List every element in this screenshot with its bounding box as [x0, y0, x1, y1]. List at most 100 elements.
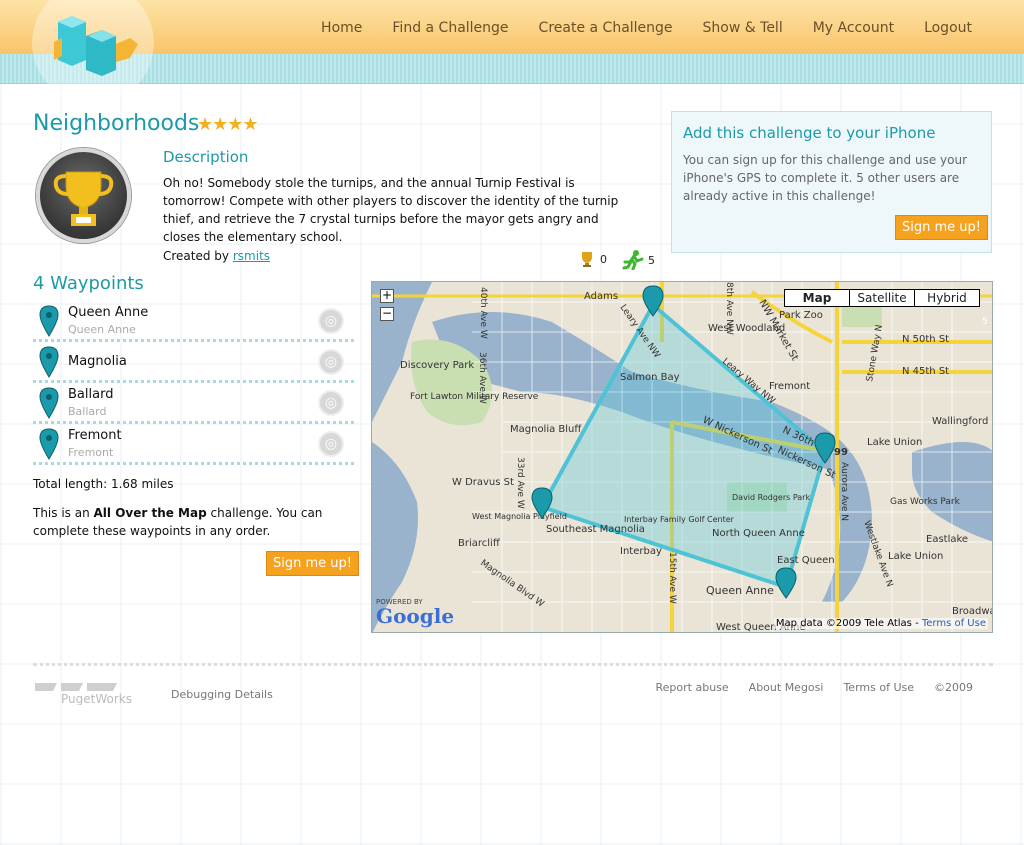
map-type-map[interactable]: Map	[784, 289, 850, 307]
iphone-heading: Add this challenge to your iPhone	[683, 124, 936, 142]
iphone-text: You can sign up for this challenge and u…	[683, 153, 968, 203]
footer-links: Report abuse About Megosi Terms of Use ©…	[656, 681, 973, 694]
iphone-signup-button[interactable]: Sign me up!	[895, 215, 988, 240]
map-pin-icon	[39, 387, 59, 419]
globe-icon[interactable]: ◎	[318, 431, 344, 457]
waypoint-name: Ballard	[68, 387, 114, 402]
map-label: David Rodgers Park	[732, 493, 810, 502]
waypoint-subtitle: Queen Anne	[68, 323, 136, 336]
map-label: N 50th St	[902, 334, 949, 345]
map-label: Salmon Bay	[620, 372, 680, 383]
map-label: N 45th St	[902, 366, 949, 377]
map-label: Gas Works Park	[890, 497, 961, 507]
map-type-satellite[interactable]: Satellite	[849, 289, 915, 307]
waypoint-list: Queen Anne Queen Anne ◎ Magnolia ◎ Balla…	[33, 301, 354, 465]
trophy-count: 0	[600, 252, 607, 266]
nav-create-challenge[interactable]: Create a Challenge	[539, 20, 673, 36]
globe-icon[interactable]: ◎	[318, 390, 344, 416]
megosi-logo-icon[interactable]	[52, 8, 138, 76]
map-type-hybrid[interactable]: Hybrid	[914, 289, 980, 307]
globe-icon[interactable]: ◎	[318, 349, 344, 375]
challenge-type-name: All Over the Map	[93, 506, 207, 520]
map-credit: Map data ©2009 Tele Atlas - Terms of Use	[773, 618, 988, 629]
waypoint-subtitle: Ballard	[68, 405, 107, 418]
total-length: Total length: 1.68 miles	[33, 477, 174, 491]
map-label: 40th Ave W	[478, 287, 488, 339]
map-label: 15th Ave W	[667, 552, 677, 604]
map-label: Broadwa	[952, 606, 993, 617]
copyright-text: ©2009	[934, 681, 973, 694]
created-by-label: Created by	[163, 249, 230, 263]
map-label: 99	[834, 447, 848, 458]
waypoint-item[interactable]: Fremont Fremont ◎	[33, 424, 354, 465]
map-label: Briarcliff	[458, 538, 501, 549]
report-abuse-link[interactable]: Report abuse	[656, 681, 729, 694]
map-pin-icon	[39, 346, 59, 378]
map-label: Magnolia Bluff	[510, 424, 582, 435]
about-link[interactable]: About Megosi	[749, 681, 824, 694]
map-label: Park Zoo	[779, 310, 823, 321]
iphone-signup-panel: Add this challenge to your iPhone You ca…	[671, 111, 992, 253]
zoom-in-button[interactable]: +	[380, 289, 394, 303]
waypoint-item[interactable]: Queen Anne Queen Anne ◎	[33, 301, 354, 342]
map-credit-text: Map data ©2009 Tele Atlas -	[775, 618, 922, 629]
map-label: Aurora Ave N	[839, 462, 849, 521]
waypoint-item[interactable]: Magnolia ◎	[33, 342, 354, 383]
map-label: East Queen	[777, 555, 835, 566]
map-terms-link[interactable]: Terms of Use	[922, 618, 986, 629]
trophy-badge-icon	[36, 148, 131, 243]
author-link[interactable]: rsmits	[233, 249, 270, 263]
pugetworks-logo[interactable]: PugetWorks	[33, 679, 153, 705]
waypoint-name: Magnolia	[68, 354, 127, 369]
map-label: Adams	[584, 291, 618, 302]
description-text: Oh no! Somebody stole the turnips, and t…	[163, 176, 619, 244]
globe-icon[interactable]: ◎	[318, 308, 344, 334]
map-label: 5	[982, 317, 988, 327]
map-label: West Magnolia Playfield	[472, 512, 567, 521]
map-label: Southeast Magnolia	[546, 524, 645, 535]
waypoint-subtitle: Fremont	[68, 446, 114, 459]
map-canvas[interactable]: Adams Park Zoo West Woodland NW Market S…	[372, 282, 993, 633]
waypoint-name: Queen Anne	[68, 305, 149, 320]
zoom-out-button[interactable]: −	[380, 307, 394, 321]
nav-show-and-tell[interactable]: Show & Tell	[703, 20, 783, 36]
map-label: Eastlake	[926, 534, 968, 545]
site-header: Home Find a Challenge Create a Challenge…	[0, 0, 1024, 104]
map-label: North Queen Anne	[712, 528, 805, 539]
terms-link[interactable]: Terms of Use	[843, 681, 914, 694]
trophy-stat: 0	[578, 250, 607, 268]
map-label: Lake Union	[888, 551, 943, 562]
waypoint-name: Fremont	[68, 428, 122, 443]
nav-find-challenge[interactable]: Find a Challenge	[392, 20, 508, 36]
player-count: 5	[648, 253, 655, 267]
main-nav: Home Find a Challenge Create a Challenge…	[321, 20, 972, 36]
waypoints-heading: 4 Waypoints	[33, 273, 144, 294]
map-type-selector: Map Satellite Hybrid	[784, 289, 980, 307]
nav-my-account[interactable]: My Account	[813, 20, 894, 36]
runner-icon	[622, 250, 644, 270]
nav-home[interactable]: Home	[321, 20, 362, 36]
map-label: W Dravus St	[452, 477, 514, 488]
footer-divider	[33, 663, 993, 666]
page-title: Neighborhoods	[33, 111, 200, 136]
small-trophy-icon	[582, 252, 592, 267]
map-label: Wallingford	[932, 416, 988, 427]
route-map[interactable]: Adams Park Zoo West Woodland NW Market S…	[371, 281, 993, 633]
footer-logo-text: PugetWorks	[61, 692, 132, 705]
map-label: Fort Lawton Military Reserve	[410, 392, 539, 402]
map-label: Fremont	[769, 381, 810, 392]
created-by: Created by rsmits	[163, 249, 270, 263]
map-pin-icon	[39, 305, 59, 337]
player-stat: 5	[622, 250, 655, 270]
map-label: 33rd Ave W	[515, 457, 525, 509]
type-prefix: This is an	[33, 506, 94, 520]
waypoint-item[interactable]: Ballard Ballard ◎	[33, 383, 354, 424]
google-wordmark: Google	[376, 604, 455, 628]
debugging-details-link[interactable]: Debugging Details	[171, 688, 273, 701]
google-logo[interactable]: POWERED BY Google	[376, 598, 454, 626]
signup-button[interactable]: Sign me up!	[266, 551, 359, 576]
map-label: Discovery Park	[400, 360, 474, 371]
map-label: 36th Ave W	[477, 352, 487, 404]
map-label: Queen Anne	[706, 584, 774, 597]
nav-logout[interactable]: Logout	[924, 20, 972, 36]
